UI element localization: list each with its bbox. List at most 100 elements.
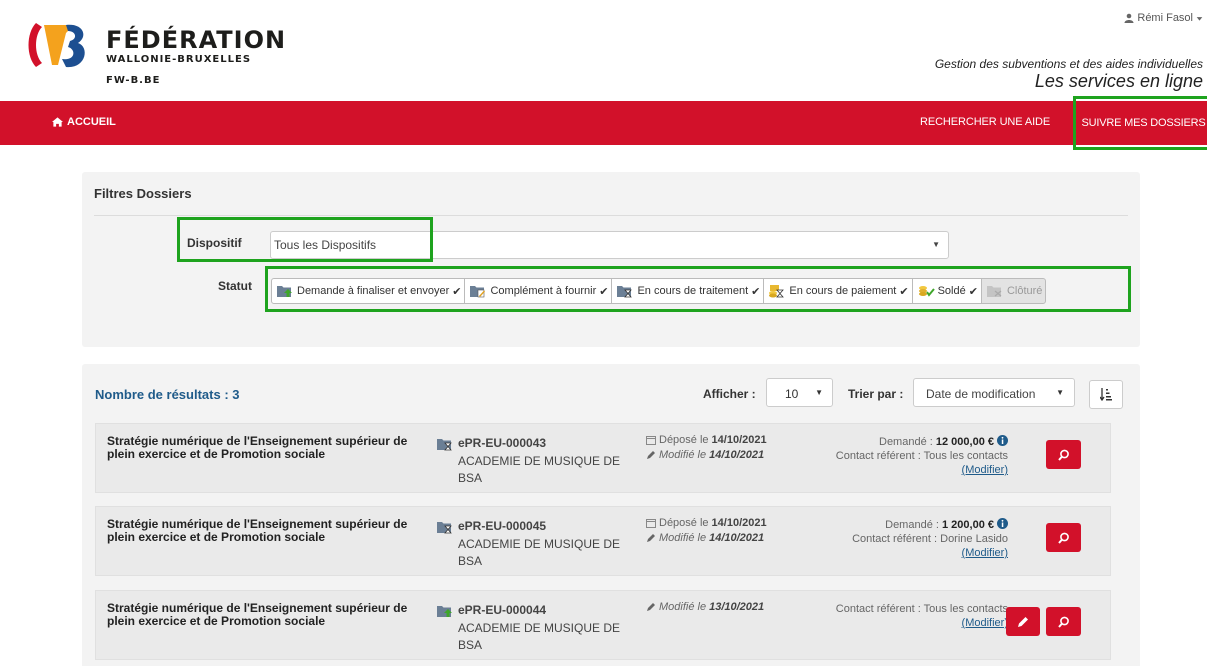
dossier-submitted-date: Déposé le 14/10/2021	[646, 434, 767, 446]
pencil-icon	[647, 534, 655, 542]
status-filter-solde[interactable]: Soldé ✔	[911, 278, 982, 304]
dossier-summary: Demandé : 12 000,00 € Contact référent :…	[836, 435, 1008, 477]
sort-order-button[interactable]	[1089, 380, 1123, 409]
dossier-modified-date: Modifié le 13/10/2021	[646, 601, 764, 613]
nav-follow-dossiers-link[interactable]: SUIVRE MES DOSSIERS	[1073, 96, 1207, 150]
chevron-down-icon: ▼	[815, 388, 823, 397]
search-icon	[1057, 532, 1069, 544]
dossier-organisation: ACADEMIE DE MUSIQUE DE BSA	[458, 454, 621, 485]
folder-upload-icon	[437, 606, 452, 617]
dossier-title: Stratégie numérique de l'Enseignement su…	[107, 601, 408, 628]
dispositif-select[interactable]: Tous les Dispositifs ▼	[270, 231, 949, 259]
contact-prefix: Contact référent :	[835, 450, 921, 462]
dossier-submitted-date: Déposé le 14/10/2021	[646, 517, 767, 529]
status-filter-label: En cours de paiement	[789, 285, 897, 297]
site-services-title: Les services en ligne	[1034, 71, 1203, 91]
view-dossier-button[interactable]	[1046, 607, 1081, 636]
dossier-reference[interactable]: ePR-EU-000045	[458, 519, 546, 533]
info-icon[interactable]	[997, 518, 1008, 529]
sort-by-select[interactable]: Date de modification ▼	[913, 378, 1075, 407]
page-size-value: 10	[785, 387, 799, 401]
nav-search-aid-link[interactable]: RECHERCHER UNE AIDE	[920, 116, 1050, 128]
status-filter-label: Clôturé	[1006, 285, 1043, 297]
dossier-summary: Contact référent : Tous les contacts (Mo…	[836, 602, 1008, 630]
dossier-row: Stratégie numérique de l'Enseignement su…	[95, 423, 1111, 493]
dossier-modified-date: Modifié le 14/10/2021	[646, 532, 764, 544]
caret-down-icon	[1196, 16, 1203, 21]
user-menu[interactable]: Rémi Fasol	[1124, 12, 1203, 24]
status-filter-en-cours-de-paiement[interactable]: En cours de paiement ✔	[763, 278, 913, 304]
dossier-title: Stratégie numérique de l'Enseignement su…	[107, 434, 408, 461]
dossier-organisation: ACADEMIE DE MUSIQUE DE BSA	[458, 621, 621, 652]
check-icon: ✔	[599, 285, 609, 298]
submitted-date: 14/10/2021	[711, 517, 767, 529]
folder-edit-icon	[470, 286, 486, 298]
amount-prefix: Demandé :	[885, 519, 939, 531]
site-tagline: Gestion des subventions et des aides ind…	[934, 57, 1203, 71]
status-filter-label: Demande à finaliser et envoyer	[297, 285, 450, 297]
contact-name: Dorine Lasido	[940, 533, 1008, 545]
view-dossier-button[interactable]	[1046, 440, 1081, 469]
status-filter-demande-a-finaliser[interactable]: Demande à finaliser et envoyer ✔	[271, 278, 466, 304]
submitted-prefix: Déposé le	[659, 517, 709, 529]
modified-date: 14/10/2021	[709, 532, 765, 544]
results-panel: Nombre de résultats : 3 Afficher : 10 ▼ …	[82, 364, 1140, 666]
calendar-icon	[646, 519, 656, 528]
status-filter-complement-a-fournir[interactable]: Complément à fournir ✔	[464, 278, 613, 304]
user-icon	[1124, 13, 1134, 23]
modified-prefix: Modifié le	[659, 601, 707, 613]
home-icon	[52, 117, 63, 127]
view-dossier-button[interactable]	[1046, 523, 1081, 552]
dispositif-label: Dispositif	[187, 236, 242, 250]
dossier-reference[interactable]: ePR-EU-000043	[458, 436, 546, 450]
folder-upload-icon	[277, 286, 292, 297]
calendar-icon	[646, 436, 656, 445]
dispositif-select-value: Tous les Dispositifs	[274, 238, 377, 252]
dossier-modified-date: Modifié le 14/10/2021	[646, 449, 764, 461]
contact-prefix: Contact référent :	[852, 533, 938, 545]
check-icon: ✔	[751, 285, 761, 298]
dossier-reference[interactable]: ePR-EU-000044	[458, 603, 546, 617]
user-name: Rémi Fasol	[1137, 12, 1193, 24]
requested-amount: 1 200,00 €	[942, 519, 994, 531]
folder-hourglass-icon	[617, 286, 633, 298]
modify-contact-link[interactable]: (Modifier)	[962, 617, 1008, 629]
fwb-logo-text[interactable]: FÉDÉRATION WALLONIE-BRUXELLES FW-B.BE	[106, 28, 286, 86]
contact-name: Tous les contacts	[923, 603, 1008, 615]
nav-home-link[interactable]: ACCUEIL	[52, 116, 116, 128]
check-icon: ✔	[899, 285, 909, 298]
sort-by-value: Date de modification	[926, 387, 1036, 401]
dossier-row: Stratégie numérique de l'Enseignement su…	[95, 590, 1111, 660]
info-icon[interactable]	[997, 435, 1008, 446]
filters-title: Filtres Dossiers	[94, 186, 192, 201]
pencil-icon	[1018, 616, 1028, 627]
sort-amount-icon	[1100, 388, 1112, 401]
modified-date: 14/10/2021	[709, 449, 765, 461]
modify-contact-link[interactable]: (Modifier)	[962, 464, 1008, 476]
pencil-icon	[647, 603, 655, 611]
trier-label: Trier par :	[848, 387, 904, 401]
page-size-select[interactable]: 10 ▼	[766, 378, 833, 407]
fwb-logo-icon[interactable]	[22, 19, 92, 71]
edit-dossier-button[interactable]	[1006, 607, 1040, 636]
modified-date: 13/10/2021	[709, 601, 765, 613]
dossier-organisation: ACADEMIE DE MUSIQUE DE BSA	[458, 537, 621, 568]
modify-contact-link[interactable]: (Modifier)	[962, 547, 1008, 559]
modified-prefix: Modifié le	[659, 532, 707, 544]
coins-check-icon	[918, 286, 935, 297]
logo-subtitle: WALLONIE-BRUXELLES	[106, 54, 252, 65]
status-filter-cloture[interactable]: Clôturé	[980, 278, 1047, 304]
dossier-title: Stratégie numérique de l'Enseignement su…	[107, 517, 408, 544]
status-filter-en-cours-de-traitement[interactable]: En cours de traitement ✔	[611, 278, 765, 304]
results-count: Nombre de résultats : 3	[95, 387, 240, 402]
site-header: FÉDÉRATION WALLONIE-BRUXELLES FW-B.BE Ré…	[0, 0, 1207, 101]
contact-prefix: Contact référent :	[835, 603, 921, 615]
modified-prefix: Modifié le	[659, 449, 707, 461]
afficher-label: Afficher :	[703, 387, 756, 401]
status-filter-label: Complément à fournir	[490, 285, 597, 297]
dossier-summary: Demandé : 1 200,00 € Contact référent : …	[852, 518, 1008, 560]
folder-closed-icon	[986, 286, 1002, 297]
check-icon: ✔	[968, 285, 978, 298]
folder-coins-icon	[769, 285, 785, 298]
filters-panel: Filtres Dossiers Dispositif Tous les Dis…	[82, 172, 1140, 347]
